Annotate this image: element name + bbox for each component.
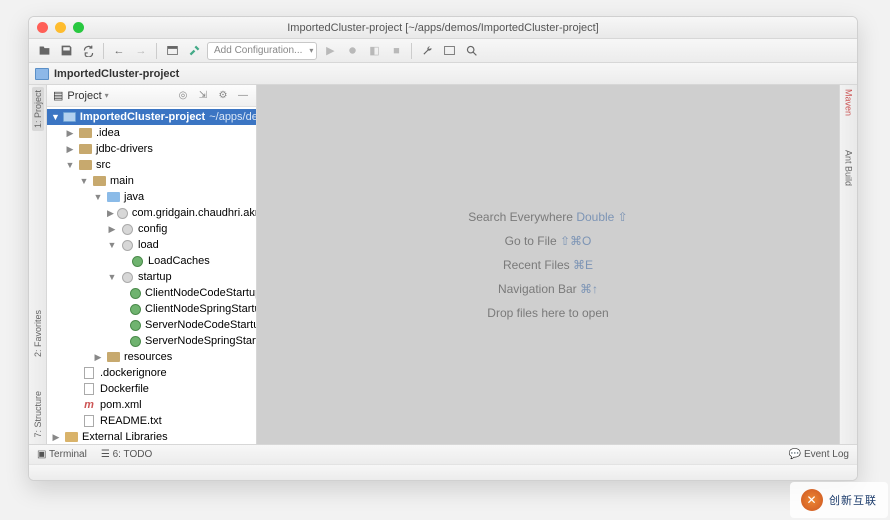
hint-navbar: Navigation Bar ⌘↑	[498, 282, 598, 296]
save-icon[interactable]	[57, 42, 75, 60]
hint-goto: Go to File ⇧⌘O	[505, 234, 592, 248]
hint-drop: Drop files here to open	[487, 306, 608, 320]
tree-item-startup[interactable]: ▼startup	[47, 269, 256, 285]
tool-ant-tab[interactable]: Ant Build	[844, 148, 854, 188]
watermark-text: 创新互联	[829, 492, 877, 508]
tree-item-servercode[interactable]: ServerNodeCodeStartup	[47, 317, 256, 333]
tree-item-main[interactable]: ▼main	[47, 173, 256, 189]
window-controls	[37, 22, 84, 33]
watermark: 创新互联	[790, 482, 888, 518]
stop-icon[interactable]: ■	[387, 42, 405, 60]
event-log-button[interactable]: 💬 Event Log	[789, 449, 849, 460]
tree-item-clientspring[interactable]: ClientNodeSpringStartup	[47, 301, 256, 317]
tool-maven-tab[interactable]: Maven	[844, 87, 854, 118]
tree-item-dockerfile[interactable]: Dockerfile	[47, 381, 256, 397]
module-icon	[35, 68, 49, 80]
hint-recent: Recent Files ⌘E	[503, 258, 593, 272]
run-config-select[interactable]: Add Configuration...	[207, 42, 317, 60]
left-tool-gutter: 1: Project 2: Favorites 7: Structure	[29, 85, 47, 444]
window-title: ImportedCluster-project [~/apps/demos/Im…	[29, 22, 857, 34]
tree-item-idea[interactable]: ▶.idea	[47, 125, 256, 141]
debug-icon[interactable]	[343, 42, 361, 60]
back-icon[interactable]: ←	[110, 42, 128, 60]
tree-item-pom[interactable]: mpom.xml	[47, 397, 256, 413]
run-icon[interactable]: ▶	[321, 42, 339, 60]
open-icon[interactable]	[35, 42, 53, 60]
tool-project-tab[interactable]: 1: Project	[32, 87, 44, 131]
watermark-logo-icon	[801, 489, 823, 511]
project-tree[interactable]: ▼ ImportedCluster-project ~/apps/demos/I…	[47, 107, 256, 444]
build-icon[interactable]	[163, 42, 181, 60]
status-bar: ▣ Terminal ☰ 6: TODO 💬 Event Log	[29, 444, 857, 464]
ide-window: ImportedCluster-project [~/apps/demos/Im…	[28, 16, 858, 481]
zoom-icon[interactable]	[73, 22, 84, 33]
wrench-icon[interactable]	[418, 42, 436, 60]
tree-item-package-model[interactable]: ▶com.gridgain.chaudhri.akmal.model	[47, 205, 256, 221]
tree-item-load[interactable]: ▼load	[47, 237, 256, 253]
target-icon[interactable]: ◎	[176, 89, 190, 103]
run-config-label: Add Configuration...	[214, 45, 302, 56]
tree-root[interactable]: ▼ ImportedCluster-project ~/apps/demos/I…	[47, 109, 256, 125]
tool-todo-tab[interactable]: ☰ 6: TODO	[101, 449, 152, 460]
tree-item-serverspring[interactable]: ServerNodeSpringStartup	[47, 333, 256, 349]
project-tool-window: ▤ Project ▾ ◎ ⇲ ⚙ — ▼ ImportedCluster-pr…	[47, 85, 257, 444]
collapse-icon[interactable]: ⇲	[196, 89, 210, 103]
tree-item-loadcaches[interactable]: LoadCaches	[47, 253, 256, 269]
tree-item-resources[interactable]: ▶resources	[47, 349, 256, 365]
navigation-bar[interactable]: ImportedCluster-project	[29, 63, 857, 85]
tree-item-src[interactable]: ▼src	[47, 157, 256, 173]
tree-item-config[interactable]: ▶config	[47, 221, 256, 237]
project-view-selector[interactable]: Project	[67, 90, 101, 102]
tool-structure-tab[interactable]: 7: Structure	[33, 389, 43, 440]
minimize-icon[interactable]	[55, 22, 66, 33]
sync-icon[interactable]	[79, 42, 97, 60]
hammer-icon[interactable]	[185, 42, 203, 60]
main-toolbar: ← → Add Configuration... ▶ ◧ ■	[29, 39, 857, 63]
project-pane-header: ▤ Project ▾ ◎ ⇲ ⚙ —	[47, 85, 256, 107]
tree-item-readme[interactable]: README.txt	[47, 413, 256, 429]
close-icon[interactable]	[37, 22, 48, 33]
titlebar: ImportedCluster-project [~/apps/demos/Im…	[29, 17, 857, 39]
right-tool-gutter: Maven Ant Build	[839, 85, 857, 444]
structure-icon[interactable]	[440, 42, 458, 60]
coverage-icon[interactable]: ◧	[365, 42, 383, 60]
hide-icon[interactable]: —	[236, 89, 250, 103]
breadcrumb-root[interactable]: ImportedCluster-project	[54, 68, 179, 80]
tool-favorites-tab[interactable]: 2: Favorites	[33, 308, 43, 359]
tree-item-java[interactable]: ▼java	[47, 189, 256, 205]
gear-icon[interactable]: ⚙	[216, 89, 230, 103]
tree-item-dockerignore[interactable]: .dockerignore	[47, 365, 256, 381]
forward-icon[interactable]: →	[132, 42, 150, 60]
editor-empty-state: Search Everywhere Double ⇧ Go to File ⇧⌘…	[257, 85, 839, 444]
tool-terminal-tab[interactable]: ▣ Terminal	[37, 449, 87, 460]
hint-search: Search Everywhere Double ⇧	[468, 210, 627, 224]
tree-item-clientcode[interactable]: ClientNodeCodeStartup	[47, 285, 256, 301]
tree-item-external-libs[interactable]: ▶External Libraries	[47, 429, 256, 444]
bottom-frame-bar	[29, 464, 857, 480]
search-icon[interactable]	[462, 42, 480, 60]
main-body: 1: Project 2: Favorites 7: Structure ▤ P…	[29, 85, 857, 444]
tree-item-jdbc[interactable]: ▶jdbc-drivers	[47, 141, 256, 157]
